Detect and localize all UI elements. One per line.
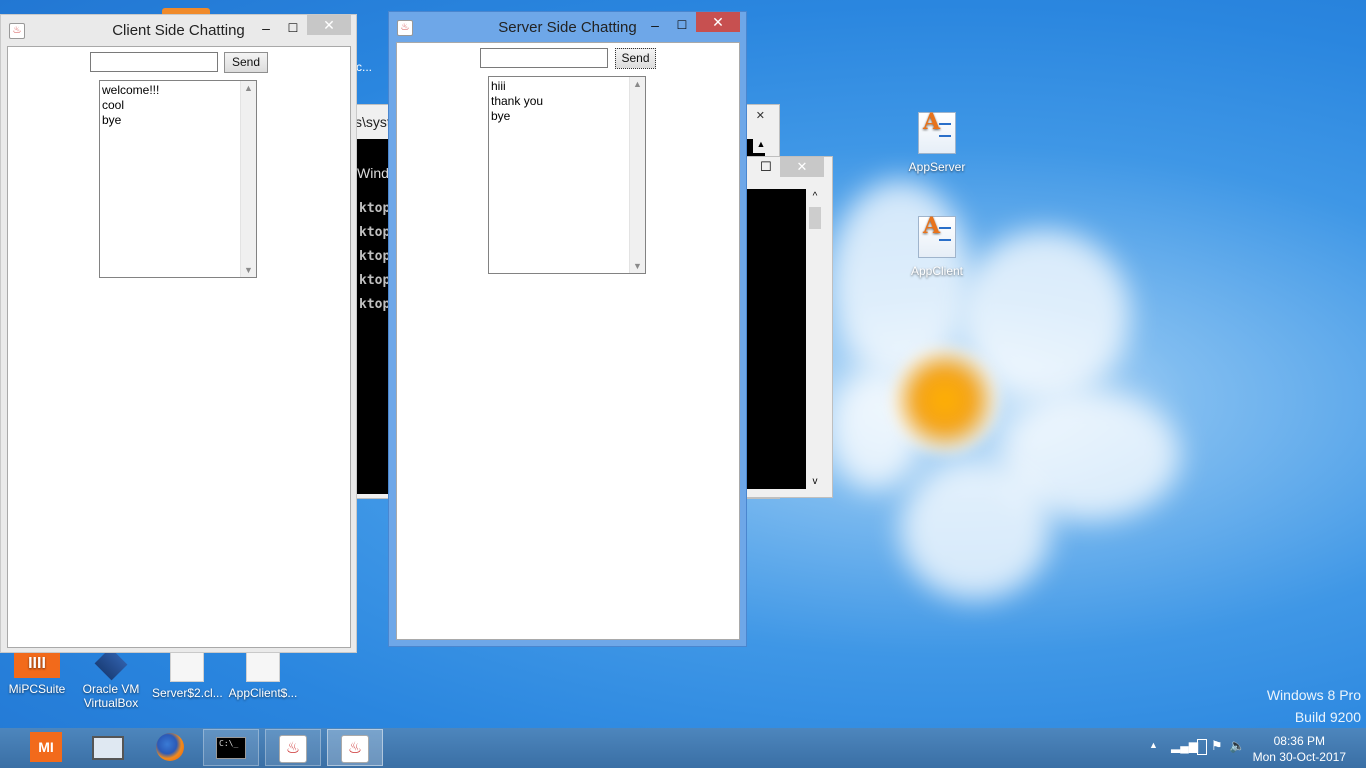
scroll-down-arrow-icon[interactable]: v [808, 476, 822, 487]
desktop-icon-virtualbox[interactable]: Oracle VM VirtualBox [76, 647, 146, 710]
desktop-icon-label: MiPCSuite [8, 682, 66, 696]
wordpad-doc-icon: A [918, 111, 956, 154]
client-send-button[interactable]: Send [224, 52, 268, 73]
chat-message: bye [491, 109, 511, 123]
console-line: ktop [359, 273, 391, 288]
client-content-pane: Send welcome!!! cool bye ▲ ▼ [7, 46, 351, 648]
network-signal-icon[interactable]: ▂▄▆ [1171, 739, 1198, 753]
desktop-icon-label-line1: Oracle VM [82, 682, 140, 696]
taskbar-firefox[interactable] [142, 729, 198, 766]
scroll-down-arrow-icon[interactable]: ▼ [630, 259, 645, 273]
notification-flag-icon[interactable]: ⚑ [1211, 738, 1223, 754]
taskbar: MI C:\_ ♨ ♨ ▲ ▂▄▆ ⚑ 🔈 08:36 PM Mon 30-Oc… [0, 728, 1366, 768]
close-icon[interactable]: ✕ [756, 109, 765, 122]
server-send-button[interactable]: Send [615, 48, 656, 69]
chat-message: thank you [491, 94, 544, 108]
scroll-down-arrow-icon[interactable]: ▼ [241, 263, 256, 277]
scroll-thumb[interactable] [809, 207, 821, 229]
scroll-up-arrow-icon[interactable]: ▲ [630, 77, 645, 91]
console-line: ktop [359, 249, 391, 264]
console-line: ktop [359, 297, 391, 312]
wordpad-doc-icon: A [918, 215, 956, 258]
maximize-button[interactable]: ☐ [280, 19, 306, 39]
system-tray: ▲ ▂▄▆ ⚑ 🔈 [1145, 728, 1245, 768]
clock-time: 08:36 PM [1273, 734, 1325, 748]
chat-message: bye [102, 113, 122, 127]
mi-app-icon: IIII [14, 650, 60, 678]
desktop-icon-appserver[interactable]: A AppServer [902, 111, 972, 174]
chat-log-scrollbar[interactable]: ▲ ▼ [240, 81, 256, 277]
scroll-up-arrow-icon[interactable]: ^ [808, 191, 822, 202]
client-titlebar[interactable]: ♨ Client Side Chatting – ☐ ✕ [1, 15, 356, 47]
windows-watermark: Windows 8 Pro Build 9200 [1267, 684, 1361, 728]
desktop-icon-server-class[interactable]: Server$2.cl... [152, 650, 223, 700]
console-scroll-up-button[interactable]: ▲ [753, 139, 769, 153]
client-message-input[interactable] [90, 52, 218, 72]
taskbar-clock[interactable]: 08:36 PM Mon 30-Oct-2017 [1253, 733, 1346, 765]
computer-icon [92, 736, 124, 760]
console-windows-line: Wind [357, 165, 389, 181]
close-button[interactable]: ✕ [307, 15, 351, 35]
console-close-button[interactable]: ✕ [780, 157, 824, 177]
java-icon: ♨ [341, 735, 369, 763]
watermark-line1: Windows 8 Pro [1266, 687, 1361, 703]
server-chat-window[interactable]: ♨ Server Side Chatting – ☐ ✕ Send hiii t… [388, 11, 747, 647]
minimize-button[interactable]: – [642, 16, 668, 36]
client-chat-window[interactable]: ♨ Client Side Chatting – ☐ ✕ Send welcom… [0, 14, 357, 653]
scroll-up-arrow-icon[interactable]: ▲ [241, 81, 256, 95]
minimize-icon[interactable]: ☐ [760, 159, 772, 175]
server-titlebar[interactable]: ♨ Server Side Chatting – ☐ ✕ [389, 12, 746, 44]
desktop-icon-appclient-class[interactable]: AppClient$... [228, 650, 298, 700]
watermark-line2: Build 9200 [1294, 709, 1361, 725]
chat-message: welcome!!! [102, 83, 160, 97]
chat-messages: hiii thank you bye [491, 79, 543, 124]
chat-message: cool [102, 98, 125, 112]
desktop-icon-label: Server$2.cl... [152, 686, 223, 700]
chat-message: hiii [491, 79, 506, 93]
server-message-input[interactable] [480, 48, 608, 68]
server-chat-log[interactable]: hiii thank you bye ▲ ▼ [488, 76, 646, 274]
taskbar-mipcsuite[interactable]: MI [18, 729, 74, 766]
desktop-icon-mipcsuite[interactable]: IIII MiPCSuite [2, 650, 72, 696]
desktop-icon-label: AppServer [908, 160, 966, 174]
desktop-icon-label-line2: VirtualBox [83, 696, 139, 710]
maximize-button[interactable]: ☐ [669, 16, 695, 36]
server-content-pane: Send hiii thank you bye ▲ ▼ [396, 42, 740, 640]
taskbar-java-client[interactable]: ♨ [265, 729, 321, 766]
console-path: s\syst [355, 114, 391, 130]
mi-icon: MI [30, 732, 62, 762]
close-button[interactable]: ✕ [696, 12, 740, 32]
console-line: ktop [359, 201, 391, 216]
java-icon: ♨ [279, 735, 307, 763]
chat-log-scrollbar[interactable]: ▲ ▼ [629, 77, 645, 273]
console-output-front [746, 189, 806, 489]
cmd-icon: C:\_ [216, 737, 246, 759]
firefox-icon [156, 733, 184, 761]
taskbar-cmd[interactable]: C:\_ [203, 729, 259, 766]
client-chat-log[interactable]: welcome!!! cool bye ▲ ▼ [99, 80, 257, 278]
console-window-front[interactable]: ☐ ✕ ^ v [745, 156, 833, 498]
clock-date: Mon 30-Oct-2017 [1252, 750, 1346, 764]
desktop-partial-label: c... [356, 60, 373, 74]
taskbar-java-server[interactable]: ♨ [327, 729, 383, 766]
volume-icon[interactable]: 🔈 [1229, 738, 1245, 754]
console-line: ktop [359, 225, 391, 240]
chat-messages: welcome!!! cool bye [102, 83, 159, 128]
minimize-button[interactable]: – [253, 19, 279, 39]
desktop-icon-label: AppClient [910, 264, 964, 278]
file-icon [246, 650, 280, 682]
taskbar-network-computer[interactable] [80, 729, 136, 766]
file-icon [170, 650, 204, 682]
show-hidden-icons-arrow-icon[interactable]: ▲ [1149, 740, 1158, 750]
console-scrollbar[interactable]: ^ v [808, 189, 822, 489]
desktop-icon-label: AppClient$... [228, 686, 298, 700]
desktop-icon-appclient[interactable]: A AppClient [902, 215, 972, 278]
battery-icon[interactable] [1197, 739, 1207, 755]
